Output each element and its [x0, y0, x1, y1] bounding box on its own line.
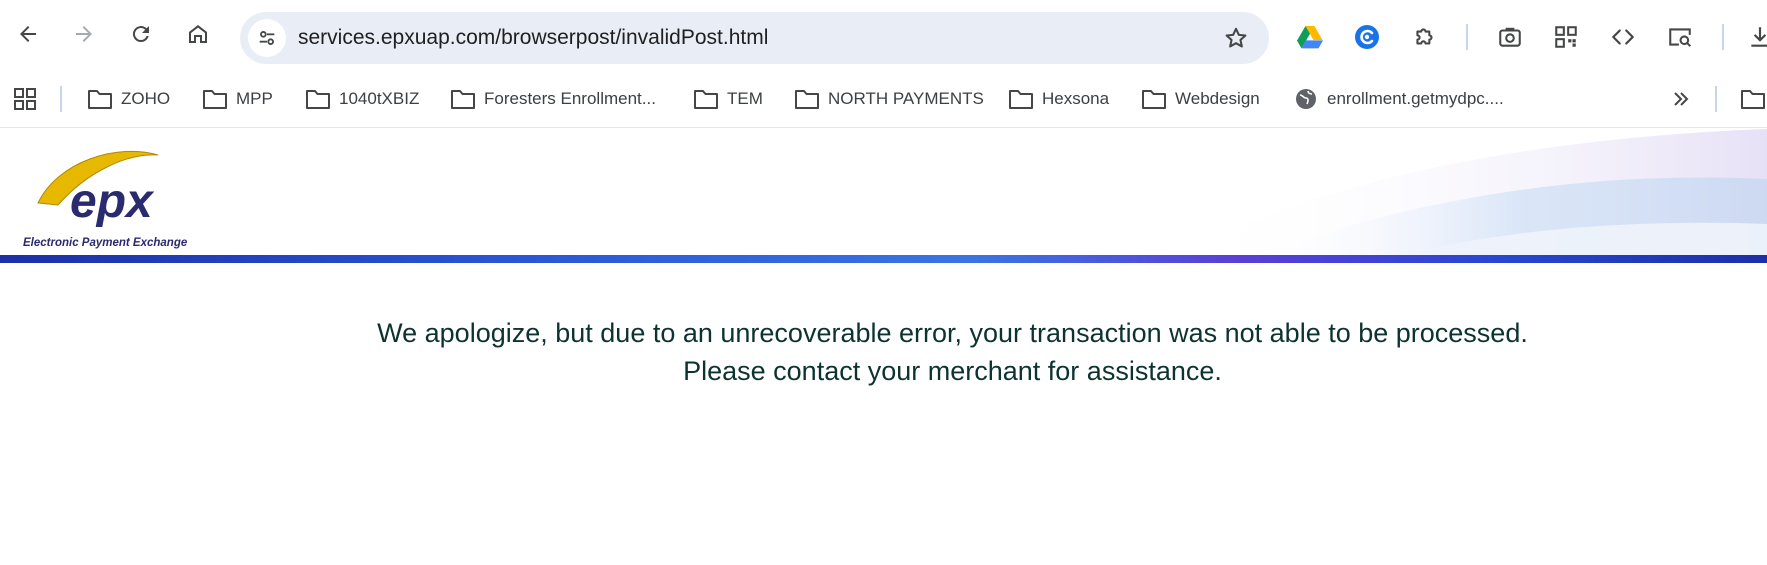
- bookmark-folder-tem[interactable]: TEM: [693, 84, 763, 114]
- bookmark-label: Foresters Enrollment...: [484, 89, 656, 108]
- epx-tagline: Electronic Payment Exchange: [23, 237, 188, 249]
- bookmark-label: NORTH PAYMENTS: [828, 89, 984, 108]
- folder-icon: [1142, 90, 1166, 109]
- folder-icon: [1009, 90, 1033, 109]
- folder-icon: [88, 90, 112, 109]
- toolbar-separator: [1466, 24, 1468, 50]
- header-divider: [0, 255, 1767, 263]
- bookmark-folder-north-payments[interactable]: NORTH PAYMENTS: [794, 84, 984, 114]
- bookmark-label: enrollment.getmydpc....: [1327, 89, 1504, 108]
- screenshot-icon[interactable]: [1495, 22, 1525, 52]
- forward-button[interactable]: [66, 16, 102, 52]
- bookmark-link-enrollment[interactable]: enrollment.getmydpc....: [1293, 84, 1504, 114]
- bookmark-label: Webdesign: [1175, 89, 1260, 108]
- bookmark-label: 1040tXBIZ: [339, 89, 420, 108]
- address-bar[interactable]: services.epxuap.com/browserpost/invalidP…: [240, 12, 1269, 64]
- bookmark-folder-hexsona[interactable]: Hexsona: [1008, 84, 1109, 114]
- apps-button[interactable]: [12, 84, 38, 114]
- bookmark-folder-webdesign[interactable]: Webdesign: [1141, 84, 1260, 114]
- home-icon: [189, 25, 207, 43]
- epx-logo: epx Electronic Payment Exchange: [18, 141, 198, 251]
- search-page-icon[interactable]: [1665, 22, 1695, 52]
- site-info-button[interactable]: [248, 19, 286, 57]
- code-icon[interactable]: [1608, 22, 1638, 52]
- bookmark-folder-foresters[interactable]: Foresters Enrollment...: [450, 84, 656, 114]
- bookmarks-overflow-button[interactable]: [1668, 84, 1694, 114]
- bookmark-folder-mpp[interactable]: MPP: [202, 84, 273, 114]
- error-message-line-1: We apologize, but due to an unrecoverabl…: [377, 318, 1528, 348]
- header-swoosh-graphic: [1180, 129, 1767, 256]
- bookmark-folder-zoho[interactable]: ZOHO: [87, 84, 170, 114]
- star-icon[interactable]: [1223, 25, 1249, 51]
- epx-wordmark: epx: [70, 175, 155, 228]
- bookmark-folder-1040txbiz[interactable]: 1040tXBIZ: [305, 84, 419, 114]
- qr-code-icon[interactable]: [1551, 22, 1581, 52]
- bookmarks-bar: ZOHO MPP 1040tXBIZ Foresters Enrollment.…: [0, 70, 1767, 128]
- folder-icon: [306, 90, 330, 109]
- arrow-left-icon: [20, 26, 36, 42]
- reload-button[interactable]: [123, 16, 159, 52]
- chevron-double-right-icon: [1674, 92, 1689, 106]
- bookmark-label: ZOHO: [121, 89, 171, 108]
- page-content: epx Electronic Payment Exchange We apolo…: [0, 129, 1767, 565]
- bookmarks-separator: [60, 86, 62, 112]
- puzzle-icon[interactable]: [1410, 22, 1440, 52]
- home-button[interactable]: [180, 16, 216, 52]
- apps-grid-icon: [14, 88, 36, 110]
- toolbar-separator: [1722, 24, 1724, 50]
- reload-icon: [132, 26, 149, 43]
- back-button[interactable]: [10, 16, 46, 52]
- epx-logo-mark: epx: [37, 150, 159, 228]
- folder-icon: [1741, 90, 1765, 109]
- bookmark-label: Hexsona: [1042, 89, 1110, 108]
- folder-icon: [451, 90, 475, 109]
- download-icon[interactable]: [1745, 22, 1767, 52]
- bookmarks-separator: [1715, 86, 1717, 112]
- bookmark-label: TEM: [727, 89, 763, 108]
- browser-toolbar: services.epxuap.com/browserpost/invalidP…: [0, 0, 1767, 70]
- google-drive-icon[interactable]: [1295, 22, 1325, 52]
- folder-icon: [694, 90, 718, 109]
- error-message: We apologize, but due to an unrecoverabl…: [0, 314, 1767, 390]
- folder-icon: [203, 90, 227, 109]
- grammar-extension-icon[interactable]: [1352, 22, 1382, 52]
- folder-icon: [795, 90, 819, 109]
- globe-icon: [1296, 89, 1316, 109]
- arrow-right-icon: [76, 26, 92, 42]
- tune-icon: [259, 31, 275, 45]
- error-message-line-2: Please contact your merchant for assista…: [683, 356, 1222, 386]
- bookmark-folder-partial[interactable]: [1740, 84, 1766, 114]
- bookmark-label: MPP: [236, 89, 273, 108]
- url-text[interactable]: services.epxuap.com/browserpost/invalidP…: [298, 26, 768, 50]
- epx-header: epx Electronic Payment Exchange: [0, 129, 1767, 256]
